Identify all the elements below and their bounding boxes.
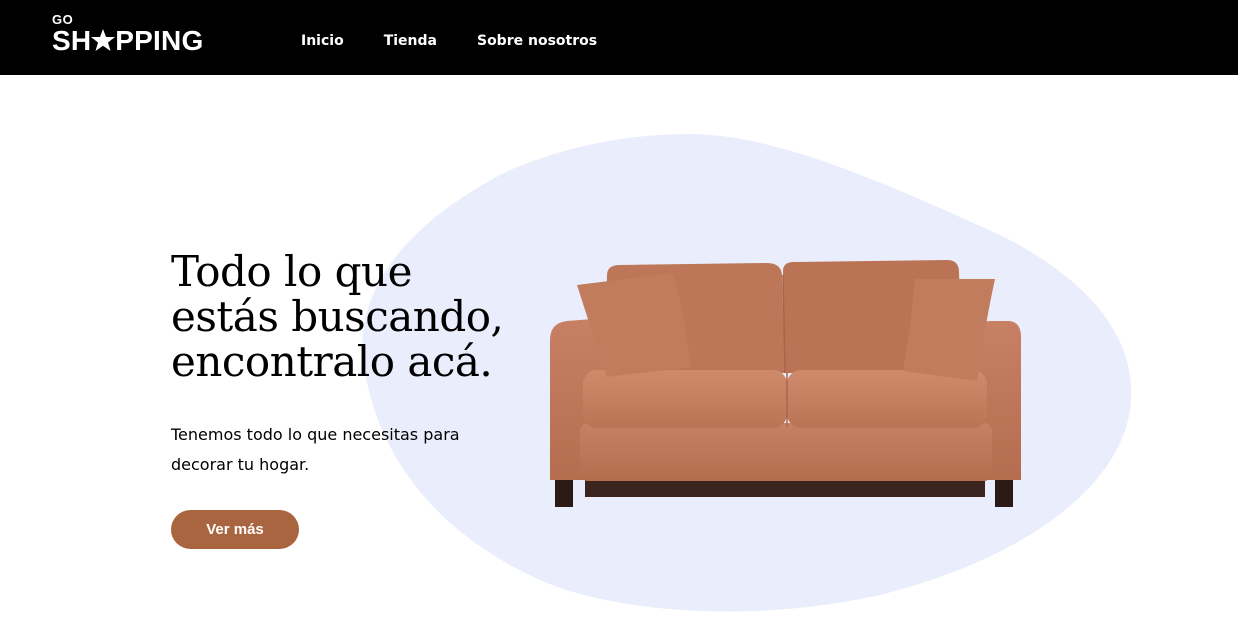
- logo[interactable]: GO SH PPING: [52, 13, 203, 55]
- page: GO SH PPING Inicio Tienda Sobre nosotros …: [0, 0, 1238, 637]
- logo-right-text: PPING: [115, 25, 204, 56]
- logo-main-text: SH PPING: [52, 27, 203, 55]
- star-icon: [91, 27, 116, 55]
- hero-title-line: Todo lo que: [171, 247, 412, 296]
- sofa-image: [550, 260, 1021, 507]
- nav-link-sobre-nosotros[interactable]: Sobre nosotros: [477, 33, 597, 49]
- nav-link-tienda[interactable]: Tienda: [384, 33, 437, 49]
- hero-title-line: estás buscando,: [171, 292, 504, 341]
- site-header: GO SH PPING Inicio Tienda Sobre nosotros: [0, 0, 1238, 75]
- hero-title-line: encontralo acá.: [171, 337, 493, 386]
- nav-link-inicio[interactable]: Inicio: [301, 33, 344, 49]
- main-nav: Inicio Tienda Sobre nosotros: [301, 33, 597, 49]
- hero-description: Tenemos todo lo que necesitas para decor…: [171, 420, 491, 480]
- ver-mas-button[interactable]: Ver más: [171, 510, 299, 549]
- hero-description-line: Tenemos todo lo que necesitas para: [171, 425, 460, 444]
- hero-title: Todo lo que estás buscando, encontralo a…: [171, 249, 531, 384]
- hero-description-line: decorar tu hogar.: [171, 455, 310, 474]
- logo-left-text: SH: [52, 25, 92, 56]
